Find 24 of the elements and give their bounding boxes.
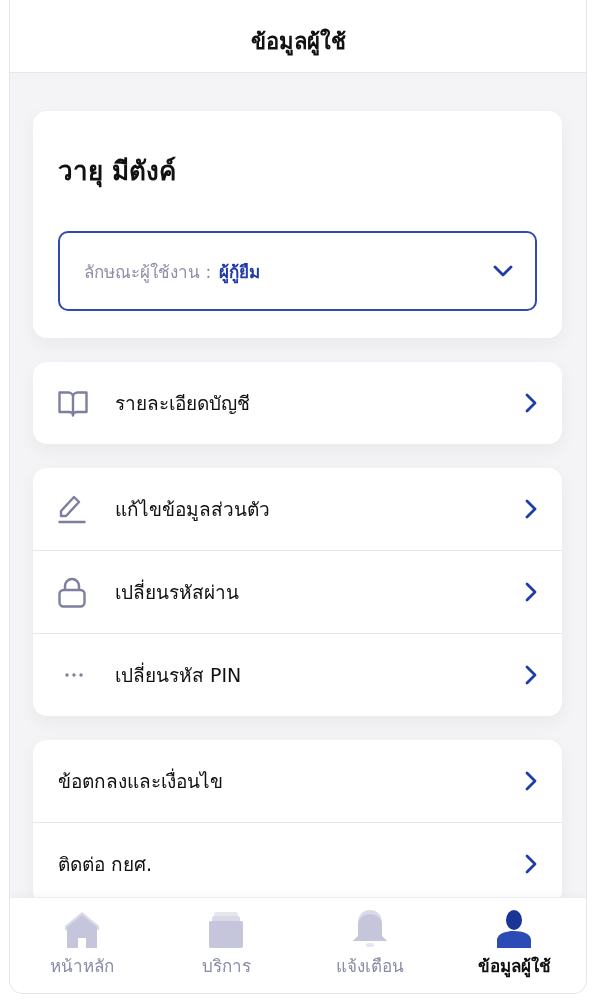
menu-item[interactable]: เปลี่ยนรหัสผ่าน: [33, 550, 562, 633]
user-type-dropdown[interactable]: ลักษณะผู้ใช้งาน : ผู้กู้ยืม: [58, 231, 537, 311]
menu-item[interactable]: รายละเอียดบัญชี: [33, 362, 562, 444]
menu-item[interactable]: แก้ไขข้อมูลส่วนตัว: [33, 468, 562, 550]
book-icon: [58, 389, 88, 417]
chevron-right-icon: [525, 499, 537, 519]
stacked-cards-icon: [209, 912, 243, 948]
menu-item[interactable]: เปลี่ยนรหัส PIN: [33, 633, 562, 716]
chevron-right-icon: [525, 771, 537, 791]
bell-icon: [353, 910, 387, 948]
tab[interactable]: ข้อมูลผู้ใช้: [442, 898, 586, 993]
menu-item[interactable]: ข้อตกลงและเงื่อนไข: [33, 740, 562, 822]
chevron-right-icon: [525, 393, 537, 413]
page-title: ข้อมูลผู้ใช้: [250, 27, 346, 58]
chevron-right-icon: [525, 665, 537, 685]
chevron-right-icon: [525, 582, 537, 602]
chevron-down-icon: [493, 265, 513, 277]
ellipsis-icon: [65, 673, 83, 677]
home-icon: [65, 912, 99, 948]
user-name: วายุ มีตังค์: [58, 155, 178, 189]
pencil-icon: [58, 494, 86, 524]
chevron-right-icon: [525, 854, 537, 874]
lock-icon: [58, 576, 86, 608]
person-icon: [497, 910, 531, 948]
